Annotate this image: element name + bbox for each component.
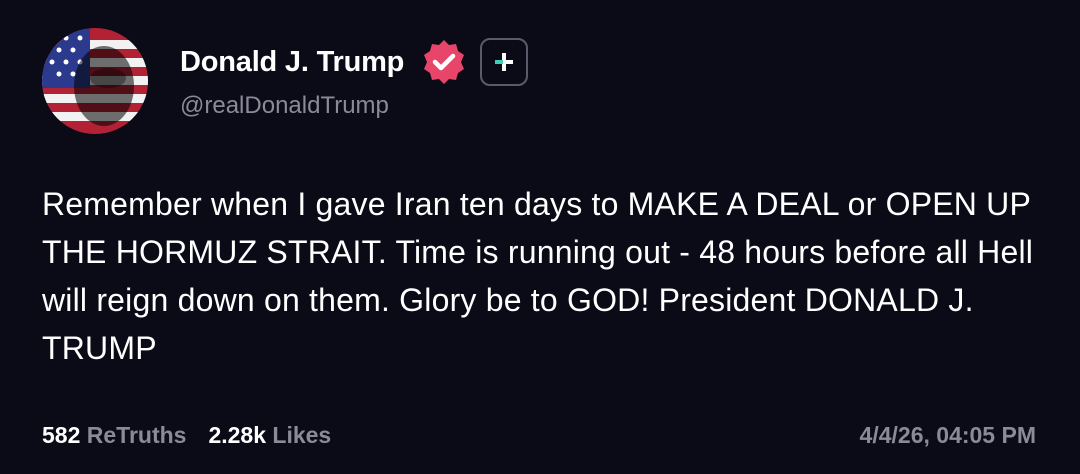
display-name[interactable]: Donald J. Trump	[180, 46, 404, 79]
follow-button[interactable]	[480, 38, 529, 86]
user-handle[interactable]: @realDonaldTrump	[180, 92, 389, 120]
verified-badge-icon	[418, 36, 470, 88]
likes-count: 2.28k	[208, 422, 267, 448]
likes-label: Likes	[272, 422, 332, 448]
post-stats: 582 ReTruths 2.28k Likes	[42, 422, 331, 449]
post-text: Remember when I gave Iran ten days to MA…	[42, 186, 1034, 366]
retruths-label: ReTruths	[86, 422, 187, 448]
plus-icon	[495, 53, 514, 71]
post-timestamp: 4/4/26, 04:05 PM	[859, 422, 1036, 448]
avatar[interactable]	[42, 28, 148, 134]
retruths-stat[interactable]: 582 ReTruths	[42, 422, 186, 449]
likes-stat[interactable]: 2.28k Likes	[208, 422, 331, 449]
retruths-count: 582	[42, 422, 81, 448]
